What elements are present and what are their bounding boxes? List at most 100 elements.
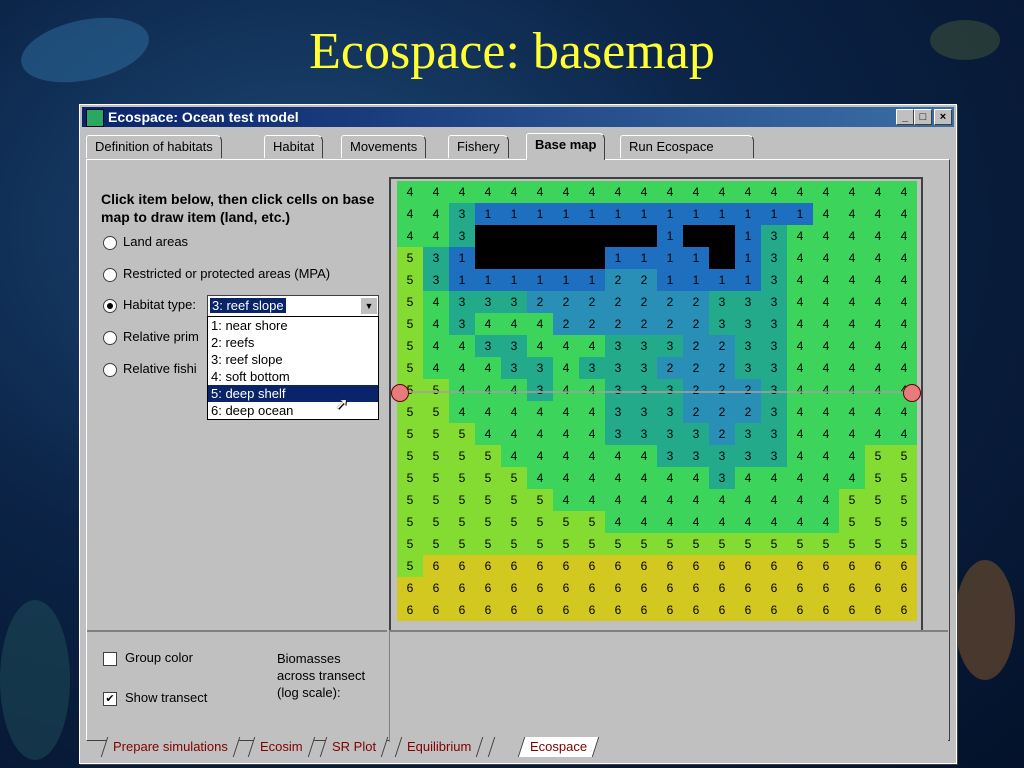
habitat-cell[interactable]: 3 [605, 335, 631, 357]
habitat-cell[interactable]: 6 [839, 577, 865, 599]
habitat-cell[interactable]: 4 [891, 401, 917, 423]
land-cell[interactable] [527, 247, 553, 269]
habitat-cell[interactable]: 6 [449, 599, 475, 621]
habitat-cell[interactable]: 4 [631, 181, 657, 203]
habitat-cell[interactable]: 4 [735, 489, 761, 511]
habitat-cell[interactable]: 4 [787, 423, 813, 445]
habitat-cell[interactable]: 1 [735, 225, 761, 247]
habitat-cell[interactable]: 6 [423, 555, 449, 577]
habitat-cell[interactable]: 4 [709, 181, 735, 203]
habitat-cell[interactable]: 2 [631, 313, 657, 335]
habitat-cell[interactable]: 5 [891, 489, 917, 511]
habitat-cell[interactable]: 6 [891, 599, 917, 621]
habitat-cell[interactable]: 3 [761, 313, 787, 335]
habitat-cell[interactable]: 1 [605, 203, 631, 225]
habitat-cell[interactable]: 5 [553, 533, 579, 555]
habitat-cell[interactable]: 6 [527, 599, 553, 621]
habitat-cell[interactable]: 5 [397, 313, 423, 335]
radio-button[interactable] [103, 362, 117, 377]
radio-button[interactable] [103, 235, 117, 250]
habitat-cell[interactable]: 4 [501, 423, 527, 445]
habitat-cell[interactable]: 3 [475, 291, 501, 313]
habitat-cell[interactable]: 4 [813, 335, 839, 357]
habitat-cell[interactable]: 4 [605, 489, 631, 511]
habitat-cell[interactable]: 6 [787, 555, 813, 577]
group-color-option[interactable]: Group color [103, 650, 193, 666]
habitat-cell[interactable]: 3 [605, 401, 631, 423]
option-relative-primary-production[interactable]: Relative prim [103, 329, 199, 345]
habitat-cell[interactable]: 2 [579, 313, 605, 335]
habitat-cell[interactable]: 4 [787, 269, 813, 291]
habitat-cell[interactable]: 2 [657, 357, 683, 379]
habitat-cell[interactable]: 6 [475, 577, 501, 599]
habitat-cell[interactable]: 4 [839, 379, 865, 401]
habitat-cell[interactable]: 5 [397, 489, 423, 511]
habitat-cell[interactable]: 6 [475, 599, 501, 621]
habitat-cell[interactable]: 3 [605, 423, 631, 445]
land-cell[interactable] [475, 247, 501, 269]
habitat-cell[interactable]: 5 [423, 533, 449, 555]
habitat-cell[interactable]: 4 [579, 379, 605, 401]
habitat-cell[interactable]: 4 [865, 181, 891, 203]
habitat-cell[interactable]: 4 [605, 181, 631, 203]
habitat-cell[interactable]: 6 [813, 577, 839, 599]
habitat-cell[interactable]: 1 [631, 247, 657, 269]
habitat-cell[interactable]: 1 [579, 203, 605, 225]
habitat-cell[interactable]: 5 [579, 511, 605, 533]
sheet-tab-equilibrium[interactable]: Equilibrium [394, 737, 484, 757]
habitat-cell[interactable]: 4 [839, 467, 865, 489]
land-cell[interactable] [579, 247, 605, 269]
sheet-tab-sr-plot[interactable]: SR Plot [319, 737, 389, 757]
habitat-cell[interactable]: 6 [397, 599, 423, 621]
habitat-cell[interactable]: 5 [891, 467, 917, 489]
habitat-cell[interactable]: 5 [787, 533, 813, 555]
habitat-cell[interactable]: 4 [553, 423, 579, 445]
habitat-cell[interactable]: 5 [449, 423, 475, 445]
habitat-cell[interactable]: 2 [553, 313, 579, 335]
habitat-cell[interactable]: 2 [657, 313, 683, 335]
minimize-button[interactable]: _ [896, 109, 914, 125]
habitat-cell[interactable]: 4 [501, 445, 527, 467]
habitat-cell[interactable]: 5 [839, 533, 865, 555]
sheet-tab-prepare-simulations[interactable]: Prepare simulations [100, 737, 241, 757]
land-cell[interactable] [475, 225, 501, 247]
habitat-cell[interactable]: 4 [657, 489, 683, 511]
habitat-cell[interactable]: 4 [605, 445, 631, 467]
habitat-cell[interactable]: 4 [475, 423, 501, 445]
habitat-cell[interactable]: 2 [605, 313, 631, 335]
land-cell[interactable] [553, 225, 579, 247]
habitat-cell[interactable]: 4 [501, 181, 527, 203]
option-land-areas[interactable]: Land areas [103, 234, 188, 250]
habitat-cell[interactable]: 4 [475, 357, 501, 379]
habitat-cell[interactable]: 5 [735, 533, 761, 555]
habitat-cell[interactable]: 4 [423, 181, 449, 203]
habitat-cell[interactable]: 5 [657, 533, 683, 555]
habitat-cell[interactable]: 4 [787, 313, 813, 335]
habitat-cell[interactable]: 4 [449, 379, 475, 401]
habitat-cell[interactable]: 4 [527, 335, 553, 357]
habitat-cell[interactable]: 1 [579, 269, 605, 291]
habitat-cell[interactable]: 3 [631, 335, 657, 357]
habitat-cell[interactable]: 2 [709, 335, 735, 357]
habitat-cell[interactable]: 3 [501, 335, 527, 357]
habitat-cell[interactable]: 1 [449, 269, 475, 291]
habitat-cell[interactable]: 3 [423, 247, 449, 269]
habitat-cell[interactable]: 4 [813, 511, 839, 533]
habitat-cell[interactable]: 2 [683, 335, 709, 357]
habitat-cell[interactable]: 4 [813, 379, 839, 401]
habitat-cell[interactable]: 3 [761, 445, 787, 467]
habitat-cell[interactable]: 1 [709, 269, 735, 291]
habitat-cell[interactable]: 3 [657, 335, 683, 357]
habitat-cell[interactable]: 6 [579, 599, 605, 621]
habitat-cell[interactable]: 4 [579, 423, 605, 445]
land-cell[interactable] [527, 225, 553, 247]
habitat-cell[interactable]: 4 [813, 269, 839, 291]
habitat-cell[interactable]: 3 [709, 445, 735, 467]
habitat-cell[interactable]: 4 [839, 181, 865, 203]
habitat-cell[interactable]: 4 [787, 357, 813, 379]
habitat-cell[interactable]: 5 [397, 291, 423, 313]
sheet-tab-ecospace[interactable]: Ecospace [517, 737, 600, 757]
habitat-cell[interactable]: 6 [865, 577, 891, 599]
habitat-cell[interactable]: 2 [709, 379, 735, 401]
habitat-cell[interactable]: 4 [787, 291, 813, 313]
